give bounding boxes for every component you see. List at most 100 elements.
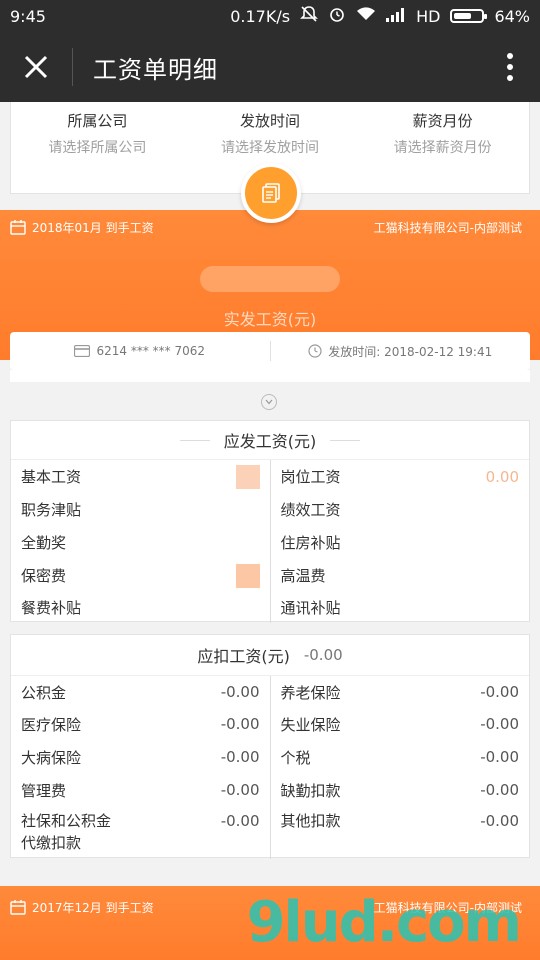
filter-company[interactable]: 所属公司 请选择所属公司 bbox=[11, 102, 184, 193]
blurred-value bbox=[235, 563, 260, 588]
filter-salary-month-label: 薪资月份 bbox=[412, 112, 473, 130]
deduction-row: 失业保险 -0.00 bbox=[281, 708, 520, 740]
gross-salary-title-row: 应发工资(元) bbox=[11, 421, 529, 459]
deduction-row: 医疗保险 -0.00 bbox=[21, 708, 260, 740]
item-value: -0.00 bbox=[480, 748, 519, 766]
info-row-spacer bbox=[10, 370, 530, 382]
gross-row: 通讯补贴 bbox=[281, 592, 520, 623]
gross-row: 保密费 bbox=[21, 559, 260, 592]
item-label: 医疗保险 bbox=[21, 715, 82, 734]
filter-company-placeholder: 请选择所属公司 bbox=[48, 140, 147, 156]
item-value: -0.00 bbox=[480, 781, 519, 799]
payslip-period-wrap: 2018年01月 到手工资 bbox=[10, 219, 154, 236]
deduction-grid: 公积金 -0.00 医疗保险 -0.00 大病保险 -0.00 管理费 -0.0… bbox=[11, 675, 529, 859]
item-label: 个税 bbox=[280, 748, 311, 767]
deduction-title: 应扣工资(元) bbox=[197, 647, 290, 666]
pay-time: 发放时间: 2018-02-12 19:41 bbox=[328, 344, 493, 359]
network-speed: 0.17K/s bbox=[230, 6, 291, 26]
filter-pay-time-placeholder: 请选择发放时间 bbox=[221, 140, 319, 156]
gross-row: 餐费补贴 bbox=[21, 592, 260, 623]
gross-row: 全勤奖 bbox=[21, 526, 260, 559]
deduction-left-column: 公积金 -0.00 医疗保险 -0.00 大病保险 -0.00 管理费 -0.0… bbox=[11, 676, 270, 859]
gross-row: 岗位工资 0.00 bbox=[281, 460, 520, 493]
payslip-info-row: 6214 *** *** 7062 发放时间: 2018-02-12 19:41 bbox=[10, 332, 530, 370]
next-payslip-period-wrap: 2017年12月 到手工资 bbox=[10, 899, 154, 916]
payslip-period: 2018年01月 到手工资 bbox=[32, 220, 154, 235]
signal-icon bbox=[386, 7, 406, 26]
net-salary-label: 实发工资(元) bbox=[223, 310, 317, 329]
item-label: 全勤奖 bbox=[21, 534, 67, 552]
filter-company-label: 所属公司 bbox=[67, 112, 128, 130]
gross-salary-grid: 基本工资 职务津贴 全勤奖 保密费 餐费补贴 岗位工资 0.00 绩效工资 住房… bbox=[11, 459, 529, 623]
item-label: 岗位工资 bbox=[280, 468, 341, 486]
status-time: 9:45 bbox=[10, 6, 46, 26]
more-menu-button[interactable] bbox=[480, 32, 540, 102]
deduction-row: 其他扣款 -0.00 bbox=[281, 806, 520, 854]
page-title: 工资单明细 bbox=[93, 55, 218, 84]
item-value: 0.00 bbox=[485, 467, 519, 486]
item-label: 通讯补贴 bbox=[280, 599, 341, 617]
deduction-title-row: 应扣工资(元) -0.00 bbox=[11, 635, 529, 675]
gross-salary-title: 应发工资(元) bbox=[223, 432, 317, 451]
title-divider bbox=[72, 48, 73, 86]
deduction-total: -0.00 bbox=[303, 646, 343, 664]
item-value: -0.00 bbox=[480, 683, 519, 701]
item-label: 管理费 bbox=[21, 781, 67, 800]
title-line-left bbox=[179, 439, 210, 441]
item-label: 餐费补贴 bbox=[21, 599, 82, 617]
document-button[interactable] bbox=[241, 163, 301, 223]
gross-row: 绩效工资 bbox=[281, 493, 520, 526]
gross-row: 高温费 bbox=[281, 559, 520, 592]
deduction-section: 应扣工资(元) -0.00 公积金 -0.00 医疗保险 -0.00 大病保险 … bbox=[10, 634, 530, 859]
deduction-row: 社保和公积金 代缴扣款 -0.00 bbox=[21, 806, 260, 854]
item-label: 大病保险 bbox=[21, 748, 82, 767]
calendar-icon bbox=[10, 220, 26, 235]
gross-salary-section: 应发工资(元) 基本工资 职务津贴 全勤奖 保密费 餐费补贴 岗位工资 0.00… bbox=[10, 420, 530, 623]
blurred-value bbox=[235, 464, 260, 489]
status-icons: 0.17K/s HD 64% bbox=[230, 5, 530, 27]
alarm-icon bbox=[328, 5, 346, 27]
item-label: 养老保险 bbox=[280, 683, 341, 702]
item-label: 职务津贴 bbox=[21, 501, 82, 519]
watermark-logo: 9lud.com bbox=[246, 890, 522, 955]
next-payslip-period: 2017年12月 到手工资 bbox=[32, 900, 154, 915]
filter-pay-time-label: 发放时间 bbox=[240, 112, 301, 130]
hd-label: HD bbox=[416, 6, 441, 26]
more-vertical-icon bbox=[507, 53, 513, 81]
item-label: 绩效工资 bbox=[280, 501, 341, 519]
item-label: 保密费 bbox=[21, 567, 67, 585]
battery-icon bbox=[450, 9, 488, 23]
item-value: -0.00 bbox=[220, 812, 260, 830]
item-label: 基本工资 bbox=[21, 468, 82, 486]
item-value: -0.00 bbox=[220, 781, 260, 799]
gross-row: 住房补贴 bbox=[281, 526, 520, 559]
gross-row: 职务津贴 bbox=[21, 493, 260, 526]
expand-button[interactable] bbox=[261, 394, 277, 410]
mute-icon bbox=[300, 5, 319, 27]
item-value: -0.00 bbox=[220, 683, 260, 701]
item-label: 缺勤扣款 bbox=[280, 781, 341, 800]
deduction-row: 管理费 -0.00 bbox=[21, 774, 260, 806]
payslip-company: 工猫科技有限公司-内部测试 bbox=[373, 220, 522, 235]
battery-fill bbox=[454, 13, 472, 19]
net-salary-amount bbox=[0, 262, 540, 302]
filter-salary-month[interactable]: 薪资月份 请选择薪资月份 bbox=[356, 102, 529, 193]
document-icon bbox=[262, 183, 280, 203]
item-label: 高温费 bbox=[280, 567, 326, 585]
close-icon bbox=[24, 55, 48, 79]
pay-time-info: 发放时间: 2018-02-12 19:41 bbox=[271, 343, 531, 360]
item-label: 住房补贴 bbox=[280, 534, 341, 552]
bank-card-icon bbox=[74, 345, 91, 357]
title-line-right bbox=[330, 439, 361, 441]
blurred-amount-graphic bbox=[200, 266, 340, 292]
item-value: -0.00 bbox=[480, 812, 519, 830]
gross-row: 基本工资 bbox=[21, 460, 260, 493]
gross-left-column: 基本工资 职务津贴 全勤奖 保密费 餐费补贴 bbox=[11, 460, 270, 623]
deduction-row: 缺勤扣款 -0.00 bbox=[281, 774, 520, 806]
wifi-icon bbox=[356, 6, 376, 26]
status-bar: 9:45 0.17K/s HD 64% bbox=[0, 0, 540, 32]
item-value: -0.00 bbox=[220, 715, 260, 733]
item-label: 社保和公积金 代缴扣款 bbox=[21, 812, 112, 852]
bank-card-info: 6214 *** *** 7062 bbox=[10, 344, 270, 358]
close-button[interactable] bbox=[0, 32, 72, 102]
